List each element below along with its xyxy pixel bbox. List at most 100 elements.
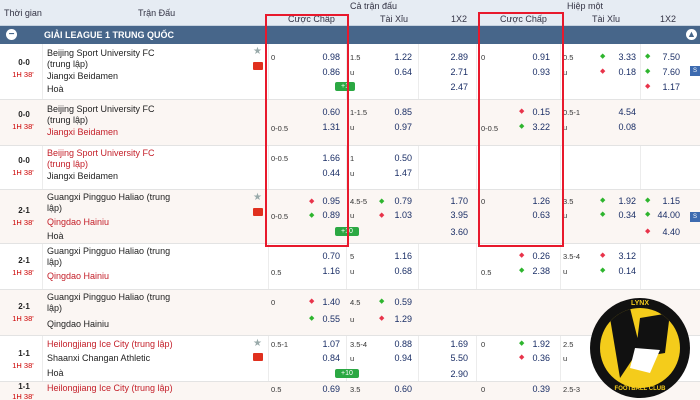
lynx-club-logo: LYNX FOOTBALL CLUB bbox=[590, 298, 690, 398]
ou-odd-over[interactable]: 0.50 bbox=[388, 153, 412, 163]
ou-odd-under[interactable]: 0.94 bbox=[388, 353, 412, 363]
league-bar[interactable]: − GIẢI LEAGUE 1 TRUNG QUỐC ▲ bbox=[0, 26, 700, 44]
half-ou-under-label: u bbox=[563, 267, 568, 276]
away-team: Jiangxi Beidamen bbox=[47, 171, 119, 181]
half-handicap-odd-home[interactable]: 0.39 bbox=[526, 384, 550, 394]
half-handicap-odd-away[interactable]: 0.36 bbox=[526, 353, 550, 363]
1x2-draw[interactable]: 2.90 bbox=[444, 369, 468, 379]
ou-odd-under[interactable]: 0.64 bbox=[388, 67, 412, 77]
1x2-draw[interactable]: 3.60 bbox=[444, 227, 468, 237]
logo-emblem bbox=[600, 308, 680, 388]
home-team-note: (trung lập) bbox=[47, 159, 89, 169]
half-ou-odd-under[interactable]: 0.34 bbox=[612, 210, 636, 220]
half-ou-odd-under[interactable]: 0.18 bbox=[612, 67, 636, 77]
handicap-odd-away[interactable]: 0.84 bbox=[316, 353, 340, 363]
half-1x2-draw[interactable]: 1.17 bbox=[656, 82, 680, 92]
ou-line: 4.5 bbox=[350, 298, 361, 307]
live-tv-icon[interactable] bbox=[253, 62, 263, 70]
half-1x2-home[interactable]: 7.50 bbox=[656, 52, 680, 62]
ou-odd-under[interactable]: 0.97 bbox=[388, 122, 412, 132]
down-arrow-icon: ◆ bbox=[309, 298, 315, 305]
handicap-odd-away[interactable]: 1.16 bbox=[316, 266, 340, 276]
half-handicap-odd-home[interactable]: 1.92 bbox=[526, 339, 550, 349]
half-1x2-away[interactable]: 44.00 bbox=[656, 210, 680, 220]
home-team-note: lập) bbox=[47, 303, 63, 313]
handicap-odd-home[interactable]: 1.07 bbox=[316, 339, 340, 349]
away-team: Jiangxi Beidamen bbox=[47, 127, 119, 137]
away-team: Jiangxi Beidamen bbox=[47, 71, 119, 81]
side-stats-button[interactable]: S bbox=[690, 66, 700, 76]
half-1x2-away[interactable]: 7.60 bbox=[656, 67, 680, 77]
handicap-odd-home[interactable]: 0.70 bbox=[316, 251, 340, 261]
1x2-away[interactable]: 3.95 bbox=[444, 210, 468, 220]
match-time: 1H 38' bbox=[12, 70, 34, 79]
half-1x2-home[interactable]: 1.15 bbox=[656, 196, 680, 206]
highlight-box-half-handicap bbox=[478, 12, 564, 247]
star-icon[interactable]: ★ bbox=[253, 338, 262, 349]
ou-odd-under[interactable]: 1.03 bbox=[388, 210, 412, 220]
ou-odd-under[interactable]: 1.47 bbox=[388, 168, 412, 178]
half-1x2-draw[interactable]: 4.40 bbox=[656, 227, 680, 237]
half-ou-odd-over[interactable]: 4.54 bbox=[612, 107, 636, 117]
ou-odd-over[interactable]: 1.16 bbox=[388, 251, 412, 261]
half-ou-odd-over[interactable]: 3.33 bbox=[612, 52, 636, 62]
1x2-home[interactable]: 2.89 bbox=[444, 52, 468, 62]
1x2-draw[interactable]: 2.47 bbox=[444, 82, 468, 92]
ou-odd-over[interactable]: 0.79 bbox=[388, 196, 412, 206]
ou-odd-over[interactable]: 1.22 bbox=[388, 52, 412, 62]
1x2-away[interactable]: 2.71 bbox=[444, 67, 468, 77]
home-team: Beijing Sport University FC bbox=[47, 48, 155, 58]
live-tv-icon[interactable] bbox=[253, 353, 263, 361]
ou-odd-over[interactable]: 0.88 bbox=[388, 339, 412, 349]
ou-odd-over[interactable]: 0.85 bbox=[388, 107, 412, 117]
away-team: Qingdao Hainiu bbox=[47, 217, 110, 227]
half-overunder-header[interactable]: Tài Xỉu bbox=[592, 14, 620, 24]
ou-odd-over[interactable]: 0.59 bbox=[388, 297, 412, 307]
half-ou-odd-under[interactable]: 0.08 bbox=[612, 122, 636, 132]
1x2-away[interactable]: 5.50 bbox=[444, 353, 468, 363]
match-time: 1H 38' bbox=[12, 122, 34, 131]
half-ou-odd-under[interactable]: 0.14 bbox=[612, 266, 636, 276]
ou-line: 4.5-5 bbox=[350, 197, 368, 206]
down-arrow-icon: ◆ bbox=[379, 212, 385, 219]
ou-odd-over[interactable]: 0.60 bbox=[388, 384, 412, 394]
ou-odd-under[interactable]: 1.29 bbox=[388, 314, 412, 324]
ou-line: 1 bbox=[350, 154, 355, 163]
more-bets-button[interactable]: +10 bbox=[335, 369, 359, 378]
live-tv-icon[interactable] bbox=[253, 208, 263, 216]
match-row: 0-0 1H 38' Beijing Sport University FC (… bbox=[0, 44, 700, 100]
match-score: 0-0 bbox=[18, 156, 30, 165]
half-handicap-line: 0 bbox=[481, 340, 486, 349]
ou-under-label: u bbox=[350, 354, 355, 363]
handicap-odd-home[interactable]: 0.69 bbox=[316, 384, 340, 394]
up-arrow-icon: ◆ bbox=[309, 315, 315, 322]
star-icon[interactable]: ★ bbox=[253, 192, 262, 203]
collapse-icon[interactable]: ▲ bbox=[686, 29, 697, 40]
side-stats-button[interactable]: S bbox=[690, 212, 700, 222]
half-1x2-header[interactable]: 1X2 bbox=[660, 14, 676, 24]
ou-odd-under[interactable]: 0.68 bbox=[388, 266, 412, 276]
handicap-odd-home[interactable]: 1.40 bbox=[316, 297, 340, 307]
minus-icon[interactable]: − bbox=[6, 29, 17, 40]
ou-line: 3.5 bbox=[350, 385, 361, 394]
home-team-note: lập) bbox=[47, 257, 63, 267]
half-ou-odd-over[interactable]: 1.92 bbox=[612, 196, 636, 206]
half-handicap-line: 0.5 bbox=[481, 268, 492, 277]
away-team: Qingdao Hainiu bbox=[47, 271, 110, 281]
home-team: Guangxi Pingguo Haliao (trung bbox=[47, 246, 171, 256]
handicap-line: 0.5 bbox=[271, 268, 282, 277]
1x2-header[interactable]: 1X2 bbox=[451, 14, 467, 24]
1x2-home[interactable]: 1.70 bbox=[444, 196, 468, 206]
up-arrow-icon: ◆ bbox=[379, 298, 385, 305]
match-row: 0-0 1H 38' Beijing Sport University FC (… bbox=[0, 100, 700, 146]
handicap-odd-away[interactable]: 0.55 bbox=[316, 314, 340, 324]
overunder-header[interactable]: Tài Xỉu bbox=[380, 14, 408, 24]
up-arrow-icon: ◆ bbox=[600, 211, 606, 218]
match-row: 2-1 1H 38' Guangxi Pingguo Haliao (trung… bbox=[0, 244, 700, 290]
half-handicap-odd-home[interactable]: 0.26 bbox=[526, 251, 550, 261]
half-ou-odd-over[interactable]: 3.12 bbox=[612, 251, 636, 261]
star-icon[interactable]: ★ bbox=[253, 46, 262, 57]
half-ou-line: 2.5 bbox=[563, 340, 574, 349]
1x2-home[interactable]: 1.69 bbox=[444, 339, 468, 349]
half-handicap-odd-away[interactable]: 2.38 bbox=[526, 266, 550, 276]
